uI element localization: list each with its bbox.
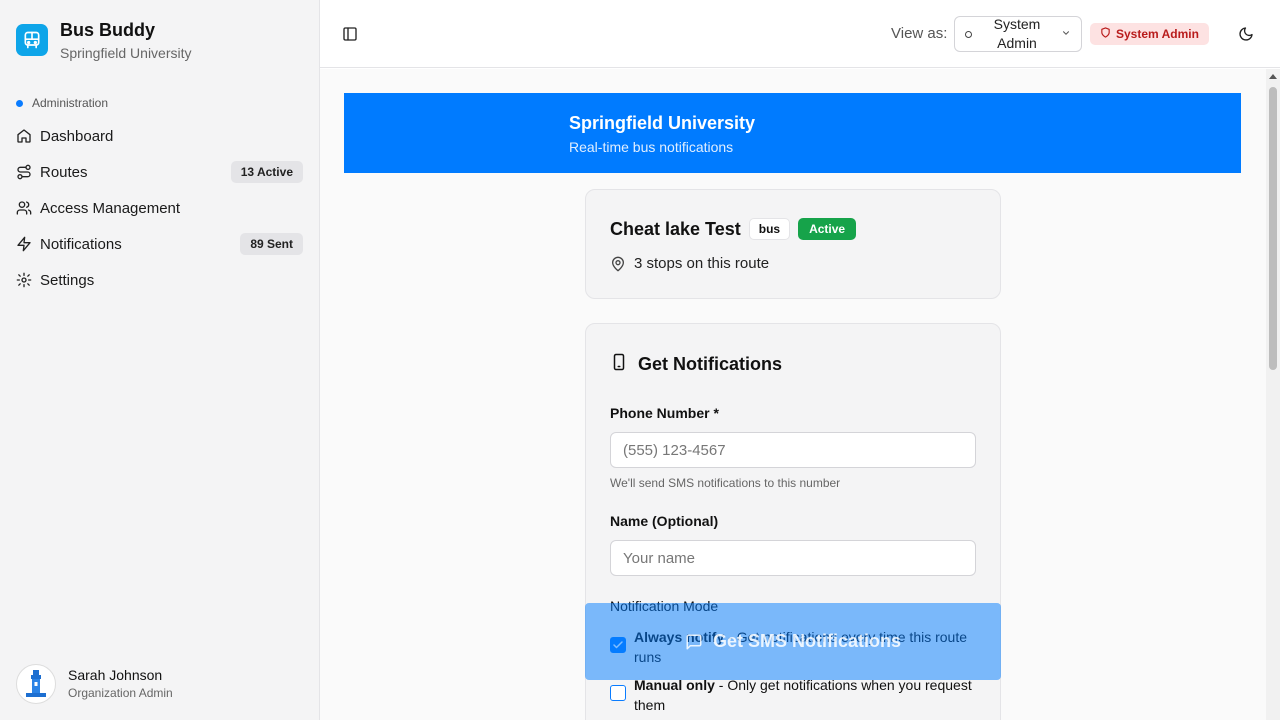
routes-count-badge: 13 Active xyxy=(230,161,303,183)
university-tower-icon xyxy=(26,670,46,697)
app-name: Bus Buddy xyxy=(60,20,156,40)
scroll-thumb[interactable] xyxy=(1269,87,1277,370)
sidebar-section-label: Administration xyxy=(16,96,108,110)
sidebar-nav: Dashboard Routes 13 Active Access Manage… xyxy=(8,118,311,298)
route-name: Cheat lake Test xyxy=(610,218,741,239)
smartphone-icon xyxy=(610,352,628,377)
route-card: Cheat lake Test bus Active 3 stops on th… xyxy=(585,189,1001,299)
sidebar-item-label: Notifications xyxy=(40,235,122,253)
home-icon xyxy=(16,128,32,144)
role-badge-label: System Admin xyxy=(1116,27,1199,41)
zap-icon xyxy=(16,236,32,252)
top-header: View as: System Admin System Admin xyxy=(320,0,1280,68)
org-banner: Springfield University Real-time bus not… xyxy=(344,93,1241,173)
form-title: Get Notifications xyxy=(638,354,783,374)
sidebar-item-access-management[interactable]: Access Management xyxy=(8,190,311,226)
sidebar-item-routes[interactable]: Routes 13 Active xyxy=(8,154,311,190)
sidebar-toggle-button[interactable] xyxy=(340,24,360,44)
section-dot-icon xyxy=(16,99,23,107)
option-manual-only[interactable]: Manual only - Only get notifications whe… xyxy=(610,675,980,715)
view-as-label: View as: xyxy=(891,25,948,42)
map-pin-icon xyxy=(610,256,626,272)
view-as-value: System Admin xyxy=(993,16,1041,51)
avatar xyxy=(16,664,56,704)
shield-icon xyxy=(1100,27,1111,41)
phone-hint: We'll send SMS notifications to this num… xyxy=(610,476,841,490)
route-stops-text: 3 stops on this route xyxy=(634,255,770,272)
main-scrollbar[interactable] xyxy=(1266,69,1280,720)
radio-indicator-icon xyxy=(965,30,972,38)
chevron-down-icon xyxy=(1061,28,1071,41)
user-name: Sarah Johnson xyxy=(68,667,163,683)
name-label: Name (Optional) xyxy=(610,513,719,529)
panel-left-icon xyxy=(343,27,357,41)
view-as-select[interactable]: System Admin xyxy=(954,16,1082,52)
users-icon xyxy=(16,200,32,216)
sidebar-item-notifications[interactable]: Notifications 89 Sent xyxy=(8,226,311,262)
sidebar-item-label: Dashboard xyxy=(40,127,114,145)
sidebar-item-label: Routes xyxy=(40,163,88,181)
phone-input[interactable] xyxy=(610,432,976,468)
phone-label: Phone Number * xyxy=(610,405,719,421)
route-icon xyxy=(16,164,32,180)
bus-logo-icon xyxy=(16,24,48,56)
role-badge: System Admin xyxy=(1090,23,1209,45)
scroll-up-arrow-icon[interactable] xyxy=(1269,74,1277,79)
manual-only-checkbox[interactable] xyxy=(610,685,626,701)
sidebar-item-label: Access Management xyxy=(40,199,181,217)
sidebar: Bus Buddy Springfield University Adminis… xyxy=(0,0,320,720)
sidebar-item-settings[interactable]: Settings xyxy=(8,262,311,298)
name-input[interactable] xyxy=(610,540,976,576)
banner-subtitle: Real-time bus notifications xyxy=(569,139,734,155)
gear-icon xyxy=(16,272,32,288)
banner-title: Springfield University xyxy=(569,113,756,133)
user-profile[interactable]: Sarah Johnson Organization Admin xyxy=(16,664,173,704)
route-stops: 3 stops on this route xyxy=(610,255,769,272)
brand[interactable]: Bus Buddy Springfield University xyxy=(16,18,192,63)
user-role: Organization Admin xyxy=(68,686,173,700)
organization-name: Springfield University xyxy=(60,45,192,61)
theme-toggle-button[interactable] xyxy=(1236,24,1256,44)
section-label-text: Administration xyxy=(32,96,109,110)
sidebar-item-label: Settings xyxy=(40,271,95,289)
sidebar-item-dashboard[interactable]: Dashboard xyxy=(8,118,311,154)
notifications-count-badge: 89 Sent xyxy=(240,233,303,255)
get-sms-notifications-button[interactable]: Get SMS Notifications xyxy=(585,603,1001,680)
moon-icon xyxy=(1239,27,1253,41)
submit-label: Get SMS Notifications xyxy=(712,631,901,651)
route-type-badge: bus xyxy=(748,218,791,240)
route-status-badge: Active xyxy=(798,218,857,240)
message-icon xyxy=(685,633,703,651)
